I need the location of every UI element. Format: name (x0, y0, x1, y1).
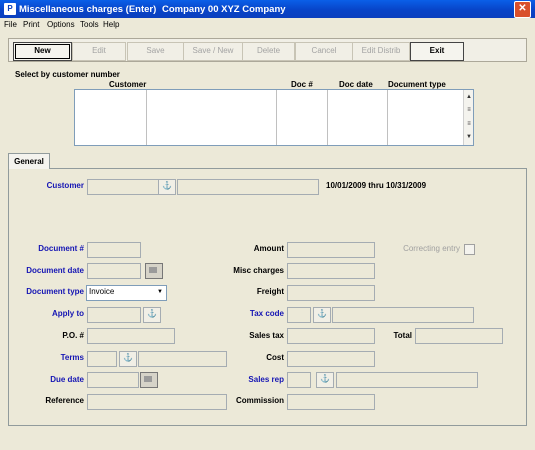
commission-field[interactable] (287, 394, 375, 410)
sales-tax-field[interactable] (287, 328, 375, 344)
document-no-label: Document # (38, 244, 84, 253)
col-doc-date-header[interactable]: Doc date (339, 80, 373, 89)
col-customer-header[interactable]: Customer (109, 80, 146, 89)
chevron-down-icon[interactable]: ▼ (155, 287, 165, 297)
tab-general[interactable]: General (8, 153, 50, 169)
po-field[interactable] (87, 328, 175, 344)
document-type-label: Document type (26, 287, 84, 296)
document-date-calendar-icon[interactable] (145, 263, 163, 279)
misc-charges-field[interactable] (287, 263, 375, 279)
col-doc-type-header[interactable]: Document type (388, 80, 446, 89)
menu-file[interactable]: File (4, 20, 17, 29)
sales-tax-label: Sales tax (249, 331, 284, 340)
total-field[interactable] (415, 328, 503, 344)
apply-to-label: Apply to (52, 309, 84, 318)
grid-column (276, 90, 328, 145)
menu-print[interactable]: Print (23, 20, 39, 29)
document-type-select[interactable]: Invoice ▼ (86, 285, 167, 301)
edit-button[interactable]: Edit (72, 42, 126, 61)
edit-distrib-button[interactable]: Edit Distrib (352, 42, 410, 61)
menu-options[interactable]: Options (47, 20, 75, 29)
menu-tools[interactable]: Tools (80, 20, 99, 29)
correcting-entry-checkbox[interactable] (464, 244, 475, 255)
scroll-page-up-icon[interactable]: ≡ (465, 106, 473, 114)
company-name: Company 00 XYZ Company (162, 4, 286, 15)
total-label: Total (393, 331, 412, 340)
customer-lookup-icon[interactable]: ⚓ (158, 179, 176, 195)
new-button[interactable]: New (13, 42, 72, 61)
document-date-field[interactable] (87, 263, 141, 279)
freight-label: Freight (256, 287, 284, 296)
customer-name-field[interactable] (177, 179, 319, 195)
amount-label: Amount (253, 244, 284, 253)
save-new-button[interactable]: Save / New (183, 42, 243, 61)
tax-code-description-field[interactable] (332, 307, 474, 323)
freight-field[interactable] (287, 285, 375, 301)
commission-label: Commission (235, 396, 284, 405)
terms-field[interactable] (87, 351, 117, 367)
grid-column (146, 90, 277, 145)
save-button[interactable]: Save (127, 42, 184, 61)
col-doc-no-header[interactable]: Doc # (291, 80, 313, 89)
cancel-button[interactable]: Cancel (295, 42, 353, 61)
po-label: P.O. # (62, 331, 84, 340)
window-title: Miscellaneous charges (Enter) (19, 4, 157, 15)
terms-lookup-icon[interactable]: ⚓ (119, 351, 137, 367)
grid-column (327, 90, 388, 145)
terms-label: Terms (60, 353, 84, 362)
date-range: 10/01/2009 thru 10/31/2009 (326, 181, 427, 190)
sales-rep-label: Sales rep (248, 375, 284, 384)
tax-code-field[interactable] (287, 307, 311, 323)
menu-help[interactable]: Help (103, 20, 119, 29)
select-group-label: Select by customer number (15, 70, 120, 79)
scroll-page-down-icon[interactable]: ≡ (465, 120, 473, 128)
document-date-label: Document date (26, 266, 84, 275)
scroll-up-icon[interactable]: ▲ (465, 93, 473, 101)
tax-code-lookup-icon[interactable]: ⚓ (313, 307, 331, 323)
app-icon: P (4, 3, 16, 15)
document-no-field[interactable] (87, 242, 141, 258)
exit-button[interactable]: Exit (410, 42, 464, 61)
customer-list[interactable] (74, 89, 474, 146)
due-date-calendar-icon[interactable] (140, 372, 158, 388)
scroll-down-icon[interactable]: ▼ (465, 133, 473, 141)
delete-button[interactable]: Delete (242, 42, 295, 61)
document-type-value: Invoice (89, 287, 115, 296)
apply-to-lookup-icon[interactable]: ⚓ (143, 307, 161, 323)
misc-charges-label: Misc charges (233, 266, 284, 275)
apply-to-field[interactable] (87, 307, 141, 323)
sales-rep-name-field[interactable] (336, 372, 478, 388)
close-button[interactable]: ✕ (514, 1, 531, 18)
reference-field[interactable] (87, 394, 227, 410)
cost-label: Cost (266, 353, 284, 362)
tax-code-label: Tax code (249, 309, 284, 318)
customer-label: Customer (46, 181, 84, 190)
sales-rep-field[interactable] (287, 372, 311, 388)
reference-label: Reference (45, 396, 84, 405)
menu-bar: File Print Options Tools Help (0, 18, 535, 31)
amount-field[interactable] (287, 242, 375, 258)
correcting-entry-label: Correcting entry (403, 244, 460, 253)
grid-column (75, 90, 147, 145)
cost-field[interactable] (287, 351, 375, 367)
title-bar: P Miscellaneous charges (Enter) Company … (0, 0, 535, 18)
list-scrollbar[interactable]: ▲ ≡ ≡ ▼ (463, 90, 473, 145)
due-date-label: Due date (50, 375, 84, 384)
due-date-field[interactable] (87, 372, 139, 388)
terms-description-field[interactable] (138, 351, 227, 367)
sales-rep-lookup-icon[interactable]: ⚓ (316, 372, 334, 388)
customer-field[interactable] (87, 179, 159, 195)
